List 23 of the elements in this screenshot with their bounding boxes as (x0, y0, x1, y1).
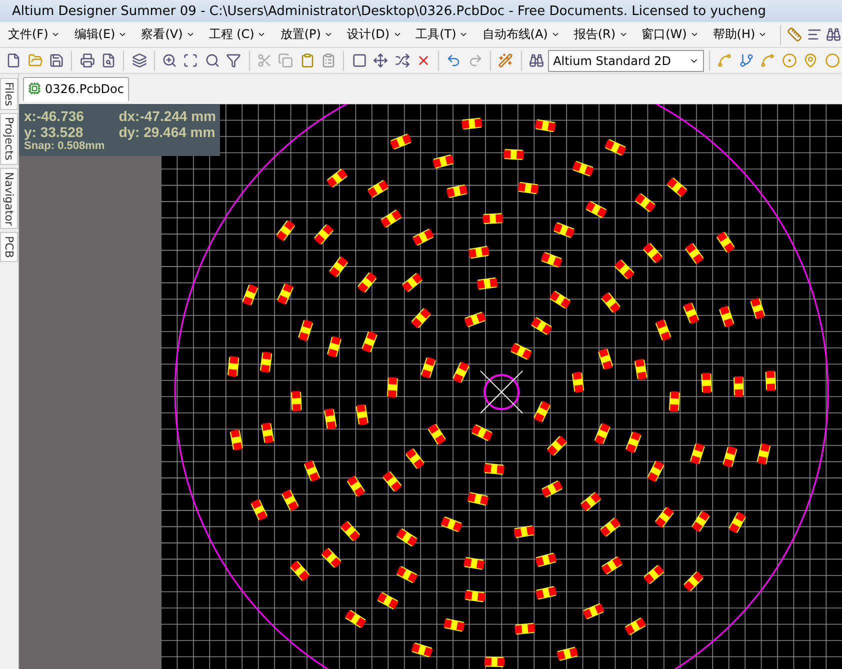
dy-coordinate: dy: 29.464 mm (118, 124, 216, 140)
y-coordinate: y: 33.528 (24, 124, 84, 140)
side-tab[interactable]: Files (0, 78, 18, 110)
menu-item[interactable]: 编辑(E) (70, 26, 132, 43)
menu-item[interactable]: 设计(D) (342, 26, 406, 43)
document-tab[interactable]: 0326.PcbDoc (23, 76, 129, 102)
snap-value: Snap: 0.508mm (24, 140, 105, 152)
menu-item[interactable]: 放置(P) (276, 26, 337, 43)
menu-item[interactable]: 窗口(W) (638, 26, 703, 43)
menu-item[interactable]: 察看(V) (137, 26, 199, 43)
side-tab[interactable]: PCB (0, 232, 18, 262)
window-title: Altium Designer Summer 09 - C:\Users\Administrator\Desktop\0326.PcbDoc - Free Documents. Licensed to yucheng (0, 0, 842, 22)
menu-item[interactable]: 工具(T) (412, 26, 472, 43)
side-tab[interactable]: Projects (0, 113, 18, 165)
menu-item[interactable]: 工程 (C) (204, 26, 270, 43)
menu-item[interactable]: 帮助(H) (708, 26, 772, 43)
menu-item[interactable]: 自动布线(A) (478, 26, 564, 43)
view-combo[interactable]: Altium Standard 2D (548, 50, 704, 72)
side-tab[interactable]: Navigator (0, 168, 18, 230)
menu-item[interactable]: 报告(R) (570, 26, 632, 43)
dx-coordinate: dx:-47.244 mm (118, 108, 216, 124)
menu-item[interactable]: 文件(F) (4, 26, 64, 43)
x-coordinate: x:-46.736 (24, 108, 85, 124)
